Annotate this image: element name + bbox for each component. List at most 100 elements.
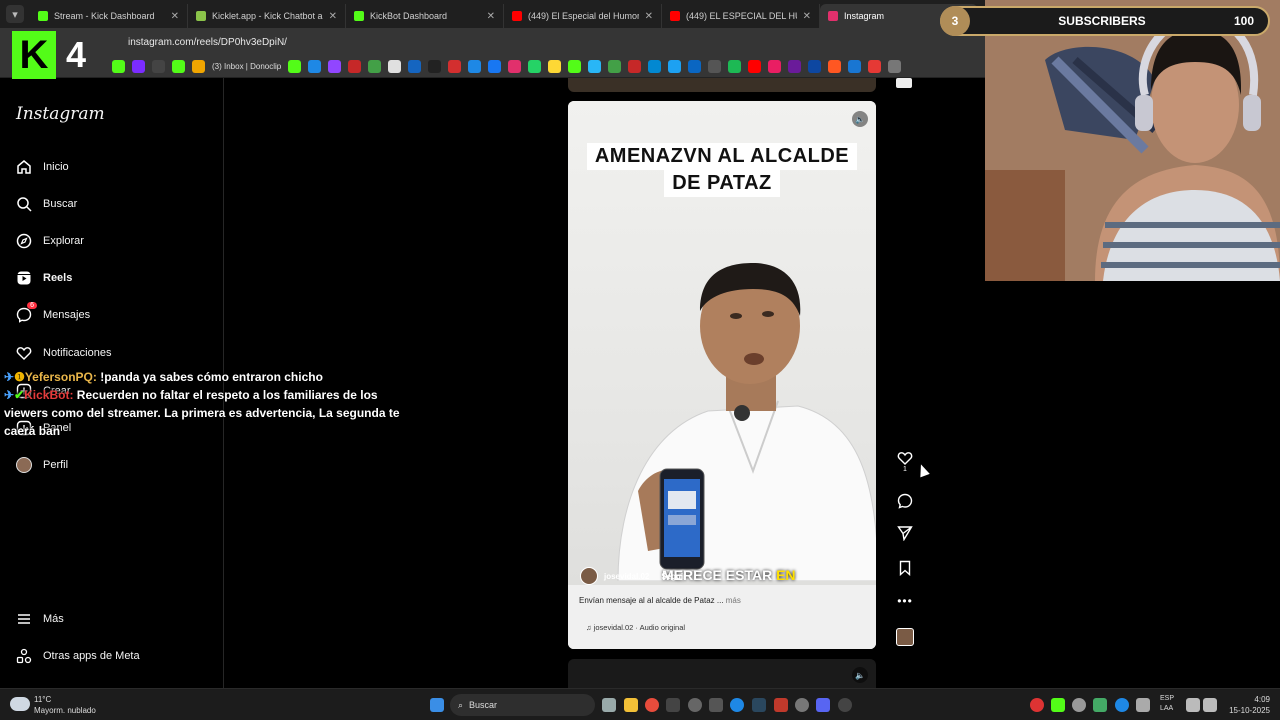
app-icon[interactable] [666,698,680,712]
comment-button[interactable] [893,493,917,509]
file-explorer-icon[interactable] [624,698,638,712]
chrome-icon[interactable] [645,698,659,712]
previous-reel-preview[interactable] [568,78,876,92]
bookmark-icon[interactable] [348,60,362,73]
bookmark-icon[interactable] [628,60,642,73]
tray-icon[interactable] [1093,698,1107,712]
close-tab-icon[interactable]: ✕ [171,11,179,22]
app-icon[interactable] [688,698,702,712]
nav-item-mensajes[interactable]: 6 Mensajes [15,302,90,324]
bookmark-icon[interactable] [868,60,882,73]
nav-item-meta-apps[interactable]: Otras apps de Meta [15,647,140,665]
nav-item-notificaciones[interactable]: Notificaciones [15,344,111,362]
bookmark-icon[interactable] [788,60,802,73]
weather-cloud-icon[interactable] [10,697,30,711]
bookmark-icon[interactable] [808,60,822,73]
steam-icon[interactable] [752,698,766,712]
speaker-icon[interactable] [1203,698,1217,712]
share-button[interactable] [893,525,917,541]
bookmark-icon[interactable] [468,60,482,73]
tab-search-button[interactable]: ▾ [6,5,24,23]
previous-reel-thumb-icon[interactable] [896,78,912,88]
browser-tab[interactable]: Kicklet.app - Kick Chatbot and ✕ [188,4,346,28]
bookmark-icon[interactable] [588,60,602,73]
bookmark-icon[interactable] [172,60,185,73]
reel-description[interactable]: Envían mensaje al al alcalde de Pataz ..… [579,596,741,605]
bookmark-icon[interactable] [748,60,762,73]
bookmark-icon[interactable] [448,60,462,73]
app-icon[interactable] [774,698,788,712]
tray-icon[interactable] [1115,698,1129,712]
bookmark-icon[interactable] [288,60,302,73]
weather-widget[interactable]: 11°C Mayorm. nublado [34,694,96,716]
volume-icon[interactable]: 🔈 [852,667,868,683]
bookmark-icon[interactable] [528,60,542,73]
close-tab-icon[interactable]: ✕ [487,11,495,22]
url-text[interactable]: instagram.com/reels/DP0hv3eDpiN/ [128,37,287,48]
bookmark-icon[interactable] [768,60,782,73]
tray-icon[interactable] [1072,698,1086,712]
bookmark-icon[interactable] [192,60,205,73]
bookmark-icon[interactable] [688,60,702,73]
microphone-icon[interactable] [1136,698,1150,712]
bookmark-icon[interactable] [308,60,322,73]
nav-item-mas[interactable]: Más [15,610,64,628]
bookmark-icon[interactable] [368,60,382,73]
obs-icon[interactable] [838,698,852,712]
instagram-logo[interactable]: Instagram [16,104,105,124]
bookmark-icon[interactable] [388,60,402,73]
reel-author[interactable]: josevidal.02 Seguir [580,567,686,585]
bookmark-icon[interactable] [708,60,722,73]
bookmark-icon[interactable] [152,60,165,73]
bookmark-icon[interactable] [848,60,862,73]
taskbar-search[interactable]: ⌕ Buscar [450,694,595,716]
bookmark-icon[interactable] [668,60,682,73]
address-bar[interactable]: instagram.com/reels/DP0hv3eDpiN/ [0,28,985,56]
browser-tab[interactable]: (449) EL ESPECIAL DEL HUMOR ✕ [662,4,820,28]
bookmark-icon[interactable] [608,60,622,73]
follow-button[interactable]: Seguir [661,572,686,581]
language-indicator[interactable]: ESP LAA [1160,694,1174,714]
author-username[interactable]: josevidal.02 [604,572,649,581]
bookmark-icon[interactable] [328,60,342,73]
nav-item-buscar[interactable]: Buscar [15,195,77,213]
bookmark-icon[interactable] [548,60,562,73]
bookmark-icon[interactable] [488,60,502,73]
system-clock[interactable]: 4:09 15-10-2025 [1229,694,1270,716]
nav-item-reels[interactable]: Reels [15,269,72,287]
bookmark-icon[interactable] [648,60,662,73]
nav-item-inicio[interactable]: Inicio [15,158,69,176]
browser-tab[interactable]: Stream - Kick Dashboard ✕ [30,4,188,28]
tray-icon[interactable] [1051,698,1065,712]
bookmark-icon[interactable] [828,60,842,73]
edge-icon[interactable] [730,698,744,712]
windows-start-icon[interactable] [430,698,444,712]
author-avatar[interactable] [580,567,598,585]
bookmark-icon[interactable] [888,60,902,73]
bookmark-icon[interactable] [728,60,742,73]
app-icon[interactable] [709,698,723,712]
network-icon[interactable] [1186,698,1200,712]
browser-tab[interactable]: KickBot Dashboard ✕ [346,4,504,28]
close-tab-icon[interactable]: ✕ [329,11,337,22]
reel-video[interactable]: AMENAZVN AL ALCALDE DE PATAZ 🔈 MERECE ES… [568,101,876,649]
save-button[interactable] [893,560,917,576]
like-button[interactable]: 1 [893,450,917,473]
tray-icon[interactable] [1030,698,1044,712]
app-icon[interactable] [795,698,809,712]
audio-thumbnail[interactable] [893,628,917,646]
bookmark-icon[interactable] [408,60,422,73]
volume-icon[interactable]: 🔈 [852,111,868,127]
bookmark-icon[interactable] [132,60,145,73]
close-tab-icon[interactable]: ✕ [645,11,653,22]
bookmark-icon[interactable] [568,60,582,73]
task-view-icon[interactable] [602,698,616,712]
bookmark-icon[interactable] [508,60,522,73]
bookmark-icon[interactable] [428,60,442,73]
nav-item-explorar[interactable]: Explorar [15,232,84,250]
more-options-button[interactable]: ••• [893,594,917,608]
bookmark-label[interactable]: (3) Inbox | Donoclip [212,62,281,71]
browser-tab[interactable]: (449) El Especial del Humor - El ✕ [504,4,662,28]
bookmark-icon[interactable] [112,60,125,73]
discord-icon[interactable] [816,698,830,712]
